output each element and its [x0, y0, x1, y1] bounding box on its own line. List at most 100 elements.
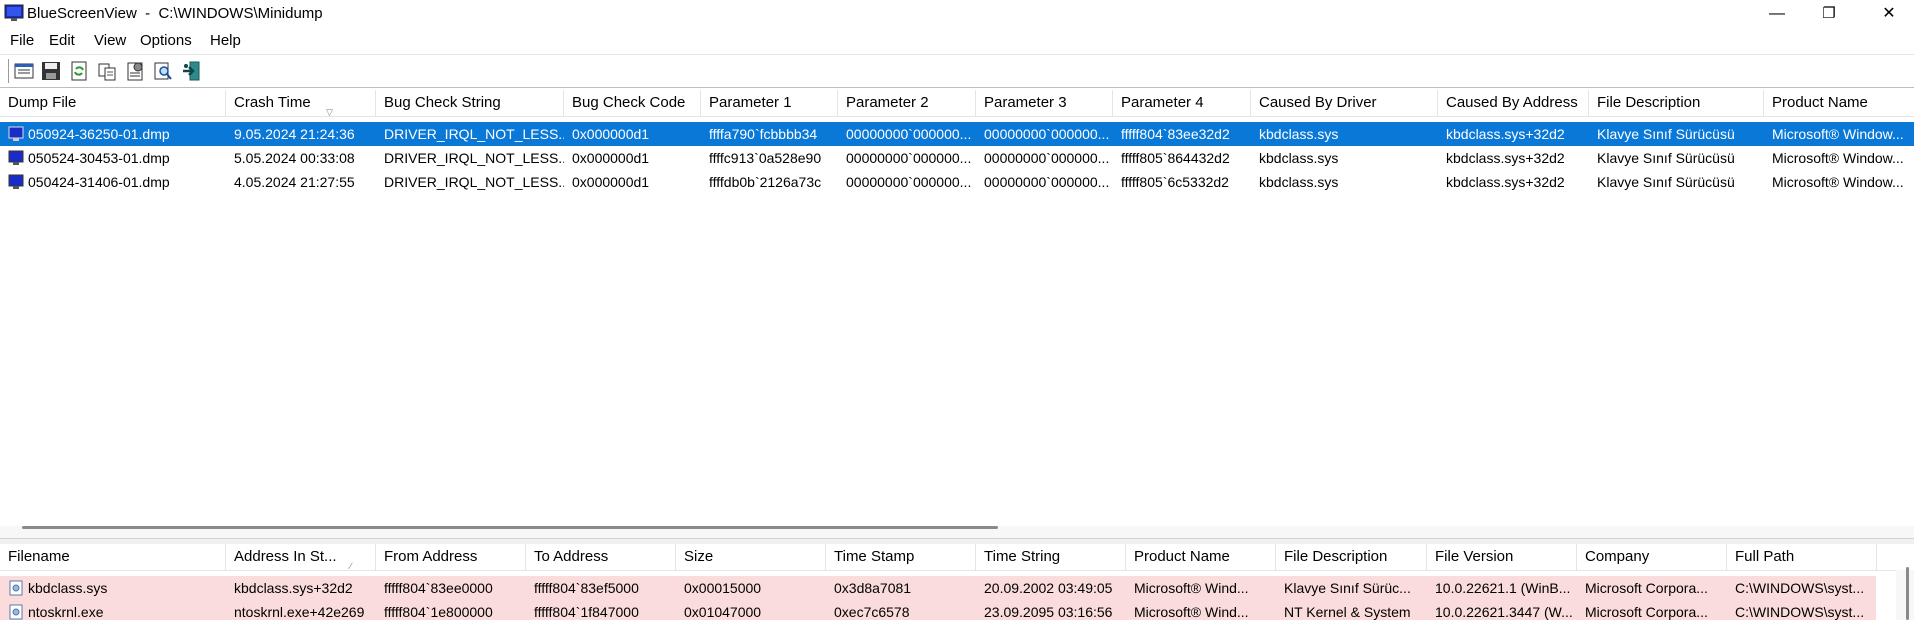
cell-file-description: Klavye Sınıf Sürücüsü [1597, 150, 1735, 166]
menu-bar: File Edit View Options Help [0, 28, 1914, 54]
column-header-company[interactable]: Company [1577, 544, 1727, 570]
cell-parameter-4: fffff805`864432d2 [1121, 150, 1230, 166]
copy-icon[interactable] [96, 60, 118, 82]
column-header-filename[interactable]: Filename [0, 544, 226, 570]
column-header-caused-by-address[interactable]: Caused By Address [1438, 90, 1589, 116]
column-header-file-version[interactable]: File Version [1427, 544, 1577, 570]
cell-parameter-4: fffff805`6c5332d2 [1121, 174, 1229, 190]
cell-product-name: Microsoft® Window... [1772, 150, 1904, 166]
column-header-full-path[interactable]: Full Path [1727, 544, 1877, 570]
cell-filename: kbdclass.sys [28, 580, 108, 596]
cell-full-path: C:\WINDOWS\syst... [1735, 580, 1865, 596]
cell-product-name: Microsoft® Window... [1772, 174, 1904, 190]
column-header-to-address[interactable]: To Address [526, 544, 676, 570]
column-header-address-in-stack[interactable]: Address In St... ∕ [226, 544, 376, 570]
exit-icon[interactable] [180, 60, 202, 82]
restore-button[interactable]: ❐ [1806, 0, 1852, 28]
menu-help[interactable]: Help [210, 32, 241, 49]
close-button[interactable]: ✕ [1866, 0, 1912, 28]
cell-dump-file: 050924-36250-01.dmp [28, 126, 170, 142]
column-header-bug-check-code[interactable]: Bug Check Code [564, 90, 701, 116]
cell-bug-check-string: DRIVER_IRQL_NOT_LESS... [384, 126, 564, 142]
cell-size: 0x01047000 [684, 604, 762, 620]
column-header-time-string[interactable]: Time String [976, 544, 1126, 570]
cell-dump-file: 050424-31406-01.dmp [28, 174, 170, 190]
column-header-from-address[interactable]: From Address [376, 544, 526, 570]
column-header-parameter-4[interactable]: Parameter 4 [1113, 90, 1251, 116]
column-header-product-name[interactable]: Product Name [1126, 544, 1276, 570]
cell-crash-time: 9.05.2024 21:24:36 [234, 126, 355, 142]
vertical-scrollbar-thumb[interactable] [1906, 567, 1909, 620]
cell-full-path: C:\WINDOWS\syst... [1735, 604, 1865, 620]
driver-list-header: Filename Address In St... ∕ From Address … [0, 544, 1914, 571]
cell-bug-check-string: DRIVER_IRQL_NOT_LESS... [384, 174, 564, 190]
column-header-bug-check-string[interactable]: Bug Check String [376, 90, 564, 116]
sort-descending-icon: ▽ [326, 107, 333, 116]
column-header-time-stamp[interactable]: Time Stamp [826, 544, 976, 570]
title-bar: BlueScreenView - C:\WINDOWS\Minidump — ❐… [0, 0, 1914, 28]
app-icon [4, 4, 24, 21]
column-header-crash-time[interactable]: Crash Time ▽ [226, 90, 376, 116]
menu-view[interactable]: View [94, 32, 126, 49]
cell-bug-check-string: DRIVER_IRQL_NOT_LESS... [384, 150, 564, 166]
dump-list[interactable]: Dump File Crash Time ▽ Bug Check String B… [0, 90, 1914, 530]
cell-parameter-4: fffff804`83ee32d2 [1121, 126, 1230, 142]
vertical-scrollbar[interactable] [1896, 570, 1914, 620]
cell-parameter-2: 00000000`000000... [846, 150, 972, 166]
window-title: BlueScreenView - C:\WINDOWS\Minidump [27, 5, 323, 22]
cell-filename: ntoskrnl.exe [28, 604, 104, 620]
horizontal-scrollbar-thumb[interactable] [22, 526, 998, 529]
cell-caused-by-driver: kbdclass.sys [1259, 150, 1339, 166]
cell-file-description: Klavye Sınıf Sürüc... [1284, 580, 1411, 596]
cell-time-string: 23.09.2095 03:16:56 [984, 604, 1113, 620]
cell-parameter-1: ffffdb0b`2126a73c [709, 174, 822, 190]
column-header-address-in-stack-label: Address In St... [234, 548, 337, 565]
column-header-parameter-2[interactable]: Parameter 2 [838, 90, 976, 116]
minimize-button[interactable]: — [1754, 0, 1800, 28]
find-icon[interactable] [152, 60, 174, 82]
dump-row[interactable]: 050424-31406-01.dmp 4.05.2024 21:27:55 D… [0, 170, 1914, 194]
cell-bug-check-code: 0x000000d1 [572, 150, 650, 166]
refresh-icon[interactable] [68, 60, 90, 82]
menu-edit[interactable]: Edit [49, 32, 75, 49]
dump-row[interactable]: 050524-30453-01.dmp 5.05.2024 00:33:08 D… [0, 146, 1914, 170]
column-header-dump-file[interactable]: Dump File [0, 90, 226, 116]
save-icon[interactable] [40, 60, 62, 82]
cell-parameter-1: ffffc913`0a528e90 [709, 150, 822, 166]
cell-file-version: 10.0.22621.3447 (W... [1435, 604, 1573, 620]
cell-crash-time: 5.05.2024 00:33:08 [234, 150, 355, 166]
properties-icon[interactable] [13, 60, 35, 82]
menu-options[interactable]: Options [140, 32, 192, 49]
cell-parameter-2: 00000000`000000... [846, 174, 972, 190]
column-header-file-description[interactable]: File Description [1589, 90, 1764, 116]
column-header-parameter-1[interactable]: Parameter 1 [701, 90, 838, 116]
column-header-product-name[interactable]: Product Name [1764, 90, 1914, 116]
column-header-caused-by-driver[interactable]: Caused By Driver [1251, 90, 1438, 116]
cell-parameter-3: 00000000`000000... [984, 150, 1110, 166]
menu-file[interactable]: File [10, 32, 34, 49]
column-header-file-description[interactable]: File Description [1276, 544, 1427, 570]
cell-time-stamp: 0x3d8a7081 [834, 580, 912, 596]
cell-from-address: fffff804`83ee0000 [384, 580, 493, 596]
cell-file-description: Klavye Sınıf Sürücüsü [1597, 174, 1735, 190]
cell-dump-file: 050524-30453-01.dmp [28, 150, 170, 166]
cell-time-string: 20.09.2002 03:49:05 [984, 580, 1113, 596]
column-header-crash-time-label: Crash Time [234, 94, 311, 111]
toolbar [0, 54, 1914, 88]
driver-row[interactable]: kbdclass.sys kbdclass.sys+32d2 fffff804`… [0, 576, 1876, 600]
cell-to-address: fffff804`1f847000 [534, 604, 639, 620]
driver-row[interactable]: ntoskrnl.exe ntoskrnl.exe+42e269 fffff80… [0, 600, 1876, 620]
cell-file-version: 10.0.22621.1 (WinB... [1435, 580, 1571, 596]
cell-address-in-stack: ntoskrnl.exe+42e269 [234, 604, 365, 620]
column-header-size[interactable]: Size [676, 544, 826, 570]
cell-from-address: fffff804`1e800000 [384, 604, 493, 620]
cell-product-name: Microsoft® Wind... [1134, 580, 1249, 596]
options-icon[interactable] [124, 60, 146, 82]
cell-company: Microsoft Corpora... [1585, 604, 1708, 620]
cell-parameter-1: ffffa790`fcbbbb34 [709, 126, 818, 142]
dump-row[interactable]: 050924-36250-01.dmp 9.05.2024 21:24:36 D… [0, 122, 1914, 146]
cell-parameter-2: 00000000`000000... [846, 126, 972, 142]
column-header-parameter-3[interactable]: Parameter 3 [976, 90, 1113, 116]
dump-list-header: Dump File Crash Time ▽ Bug Check String B… [0, 90, 1914, 117]
driver-list[interactable]: Filename Address In St... ∕ From Address … [0, 544, 1914, 620]
